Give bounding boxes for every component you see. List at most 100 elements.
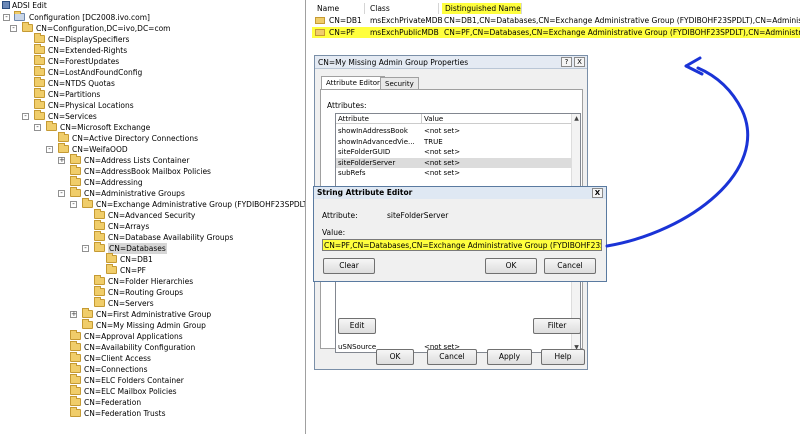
clear-button[interactable]: Clear xyxy=(323,258,375,274)
folder-icon xyxy=(70,187,81,197)
tree-node-label: CN=My Missing Admin Group xyxy=(96,321,206,330)
collapse-icon[interactable]: - xyxy=(46,146,53,153)
help-icon[interactable]: ? xyxy=(561,57,572,67)
attribute-label: Attribute: xyxy=(322,211,358,220)
tab-security[interactable]: Security xyxy=(380,77,419,89)
collapse-icon[interactable]: - xyxy=(3,14,10,21)
item-class: msExchPrivateMDB xyxy=(370,16,442,25)
attribute-name: showInAddressBook xyxy=(338,127,408,135)
folder-icon xyxy=(34,110,45,120)
string-attribute-editor[interactable]: String Attribute Editor X Attribute: sit… xyxy=(313,186,607,282)
folder-icon xyxy=(70,385,81,395)
cancel-button[interactable]: Cancel xyxy=(544,258,596,274)
close-icon[interactable]: X xyxy=(592,188,603,198)
folder-icon xyxy=(94,220,105,230)
tab-attribute-editor[interactable]: Attribute Editor xyxy=(321,76,385,89)
folder-icon xyxy=(34,88,45,98)
folder-icon xyxy=(82,319,93,329)
filter-button[interactable]: Filter xyxy=(533,318,581,334)
apply-button[interactable]: Apply xyxy=(487,349,532,365)
attribute-name: showInAdvancedVie... xyxy=(338,137,415,146)
value-input[interactable]: CN=PF,CN=Databases,CN=Exchange Administr… xyxy=(322,239,602,251)
ok-button[interactable]: OK xyxy=(376,349,414,365)
folder-icon xyxy=(34,77,45,87)
collapse-icon[interactable]: - xyxy=(58,190,65,197)
attribute-name-value: siteFolderServer xyxy=(387,211,449,220)
list-item[interactable]: CN=DB1 msExchPrivateMDB CN=DB1,CN=Databa… xyxy=(312,15,800,26)
tree-node-label: CN=Approval Applications xyxy=(84,332,183,341)
tree-node-label: Configuration [DC2008.ivo.com] xyxy=(29,13,150,22)
tree-node-label: CN=Administrative Groups xyxy=(84,189,185,198)
tree-node-label: CN=Address Lists Container xyxy=(84,156,190,165)
column-header-distinguished-name[interactable]: Distinguished Name xyxy=(442,3,522,14)
column-header-name[interactable]: Name xyxy=(314,3,365,14)
cancel-button[interactable]: Cancel xyxy=(427,349,477,365)
item-dn: CN=PF,CN=Databases,CN=Exchange Administr… xyxy=(444,28,800,37)
tree-node-label: CN=Addressing xyxy=(84,178,143,187)
column-header-attribute[interactable]: Attribute xyxy=(336,114,422,124)
folder-icon xyxy=(58,143,69,153)
tree-node-label: CN=Federation xyxy=(84,398,142,407)
edit-button[interactable]: Edit xyxy=(338,318,376,334)
folder-icon xyxy=(70,352,81,362)
directory-icon xyxy=(14,11,25,21)
scroll-up-icon[interactable]: ▲ xyxy=(572,114,580,123)
attribute-value: <not set> xyxy=(424,158,461,167)
ok-button[interactable]: OK xyxy=(485,258,537,274)
tree-node-label: CN=Microsoft Exchange xyxy=(60,123,151,132)
folder-icon xyxy=(34,33,45,43)
folder-icon xyxy=(94,286,105,296)
folder-icon xyxy=(34,44,45,54)
tree-node-label: CN=Connections xyxy=(84,365,148,374)
folder-icon xyxy=(70,374,81,384)
tree-node-label: CN=WeifaOOD xyxy=(72,145,128,154)
tree-node-label: CN=Partitions xyxy=(48,90,101,99)
list-item-selected[interactable]: CN=PF msExchPublicMDB CN=PF,CN=Databases… xyxy=(312,27,800,38)
attribute-value: <not set> xyxy=(424,148,461,156)
collapse-icon[interactable]: - xyxy=(82,245,89,252)
column-header-value[interactable]: Value xyxy=(422,114,572,124)
dialog-titlebar[interactable]: CN=My Missing Admin Group Properties ? X xyxy=(315,56,587,69)
tree-node-label: CN=ELC Folders Container xyxy=(84,376,184,385)
editor-titlebar[interactable]: String Attribute Editor X xyxy=(314,187,606,199)
app-title-node[interactable]: ADSI Edit xyxy=(2,0,47,11)
tree-node-label: CN=Physical Locations xyxy=(48,101,134,110)
expand-icon[interactable]: + xyxy=(70,311,77,318)
tree-node-label: CN=Configuration,DC=ivo,DC=com xyxy=(36,24,171,33)
attribute-row[interactable]: siteFolderServer <not set> xyxy=(336,157,572,168)
folder-icon xyxy=(70,154,81,164)
collapse-icon[interactable]: - xyxy=(34,124,41,131)
editor-title: String Attribute Editor xyxy=(317,188,413,197)
attribute-row[interactable]: siteFolderGUID <not set> xyxy=(336,147,572,157)
attribute-row[interactable]: showInAdvancedVie... TRUE xyxy=(336,137,572,147)
column-header-class[interactable]: Class xyxy=(367,3,439,14)
folder-icon xyxy=(315,17,325,24)
folder-icon xyxy=(106,264,117,274)
console-tree[interactable]: ADSI Edit - Configuration [DC2008.ivo.com… xyxy=(0,0,306,434)
tree-node-label: CN=Folder Hierarchies xyxy=(108,277,194,286)
tree-node-label: CN=AddressBook Mailbox Policies xyxy=(84,167,211,176)
collapse-icon[interactable]: - xyxy=(22,113,29,120)
item-class: msExchPublicMDB xyxy=(370,28,439,37)
attributes-label: Attributes: xyxy=(327,101,367,110)
expand-icon[interactable]: + xyxy=(58,157,65,164)
collapse-icon[interactable]: - xyxy=(70,201,77,208)
tree-node-label: CN=Extended-Rights xyxy=(48,46,128,55)
attribute-value: <not set> xyxy=(424,127,461,135)
collapse-icon[interactable]: - xyxy=(10,25,17,32)
tree-node-label: CN=Databases xyxy=(108,243,167,254)
folder-icon xyxy=(22,22,33,32)
folder-icon xyxy=(46,121,57,131)
attribute-name: siteFolderServer xyxy=(338,158,396,167)
attribute-row[interactable]: showInAddressBook <not set> xyxy=(336,126,572,136)
help-button[interactable]: Help xyxy=(541,349,585,365)
tree-node-label: CN=Exchange Administrative Group (FYDIBO… xyxy=(96,200,306,209)
tree-node-label: CN=First Administrative Group xyxy=(96,310,212,319)
tree-node-label: CN=Advanced Security xyxy=(108,211,196,220)
tree-node-label: CN=Arrays xyxy=(108,222,150,231)
folder-icon xyxy=(70,176,81,186)
tree-node-label: CN=ELC Mailbox Policies xyxy=(84,387,177,396)
folder-icon xyxy=(34,99,45,109)
attribute-row[interactable]: subRefs <not set> xyxy=(336,168,572,178)
close-icon[interactable]: X xyxy=(574,57,585,67)
